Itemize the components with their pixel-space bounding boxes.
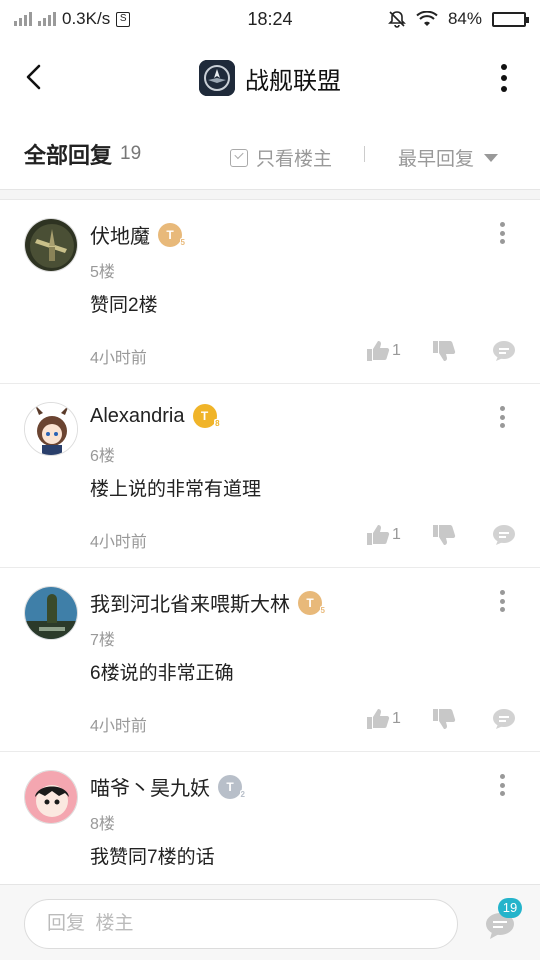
reply-list: 伏地魔 T5 5楼 赞同2楼 4小时前 1 Alexandria T8 6楼 楼… [0, 200, 540, 936]
bottom-reply-bar [0, 884, 540, 960]
page-title: 战舰联盟 [245, 67, 341, 95]
username[interactable]: 我到河北省来喂斯大林 [90, 588, 290, 617]
dropdown-triangle-icon [484, 153, 499, 162]
all-replies-title: 全部回复 [24, 142, 113, 168]
level-badge-icon: T5 [158, 222, 186, 248]
comment-button[interactable] [492, 340, 516, 362]
reply-more-icon[interactable] [500, 222, 506, 244]
filter-bar: 全部回复 19 只看楼主 最早回复 [0, 118, 540, 190]
like-count: 1 [392, 526, 401, 543]
level-badge-icon: T5 [298, 590, 326, 616]
like-button[interactable]: 1 [366, 708, 432, 730]
reply-content: 我赞同7楼的话 [90, 847, 215, 868]
divider [364, 146, 365, 162]
section-gap [0, 190, 540, 200]
battery-icon [492, 11, 529, 27]
comment-button[interactable] [492, 524, 516, 546]
comment-bubble-icon [493, 525, 515, 545]
floor-number: 7楼 [90, 632, 115, 649]
reply-item: 我到河北省来喂斯大林 T5 7楼 6楼说的非常正确 4小时前 1 [0, 568, 540, 752]
reply-input[interactable] [24, 899, 458, 949]
sort-label: 最早回复 [398, 149, 475, 170]
reply-content: 赞同2楼 [90, 295, 158, 316]
reply-count: 19 [120, 142, 142, 164]
back-arrow-icon[interactable] [20, 62, 50, 92]
forum-logo-icon [199, 60, 235, 96]
dislike-button[interactable] [432, 524, 492, 546]
comment-button[interactable] [492, 708, 516, 730]
only-op-label: 只看楼主 [256, 149, 333, 170]
username[interactable]: Alexandria [90, 405, 185, 428]
avatar[interactable] [24, 218, 78, 272]
thumbs-down-icon [433, 341, 456, 361]
checkbox-icon[interactable] [230, 148, 248, 167]
floor-number: 6楼 [90, 448, 115, 465]
thumbs-up-icon [367, 525, 390, 545]
avatar[interactable] [24, 770, 78, 824]
reply-item: Alexandria T8 6楼 楼上说的非常有道理 4小时前 1 [0, 384, 540, 568]
comment-bubble-icon [493, 341, 515, 361]
comment-count-badge: 19 [498, 898, 522, 918]
floor-number: 8楼 [90, 816, 115, 833]
username[interactable]: 喵爷丶昊九妖 [90, 772, 210, 801]
floor-number: 5楼 [90, 264, 115, 281]
like-button[interactable]: 1 [366, 524, 432, 546]
level-badge-icon: T8 [192, 404, 221, 429]
reply-more-icon[interactable] [500, 590, 506, 612]
reply-time: 4小时前 [90, 350, 147, 367]
thumbs-down-icon [433, 709, 456, 729]
clock: 18:24 [247, 8, 293, 29]
title-bar: 战舰联盟 [0, 38, 540, 118]
more-options-icon[interactable] [498, 64, 510, 92]
reply-more-icon[interactable] [500, 774, 506, 796]
reply-time: 4小时前 [90, 534, 147, 551]
dislike-button[interactable] [432, 340, 492, 362]
like-count: 1 [392, 342, 401, 359]
status-bar: 0.3K/s S 18:24 84% [0, 0, 540, 38]
reply-content: 楼上说的非常有道理 [90, 479, 262, 500]
comment-bubble-icon [493, 709, 515, 729]
reply-item: 伏地魔 T5 5楼 赞同2楼 4小时前 1 [0, 200, 540, 384]
only-op-toggle[interactable]: 只看楼主 [230, 144, 332, 171]
username[interactable]: 伏地魔 [90, 220, 150, 249]
reply-more-icon[interactable] [500, 406, 506, 428]
avatar[interactable] [24, 402, 78, 456]
level-badge-icon: T2 [218, 774, 246, 800]
like-button[interactable]: 1 [366, 340, 432, 362]
avatar[interactable] [24, 586, 78, 640]
thumbs-up-icon [367, 709, 390, 729]
sort-dropdown[interactable]: 最早回复 [398, 144, 499, 171]
thumbs-down-icon [433, 525, 456, 545]
like-count: 1 [392, 710, 401, 727]
reply-time: 4小时前 [90, 718, 147, 735]
dislike-button[interactable] [432, 708, 492, 730]
reply-content: 6楼说的非常正确 [90, 663, 234, 684]
thumbs-up-icon [367, 341, 390, 361]
